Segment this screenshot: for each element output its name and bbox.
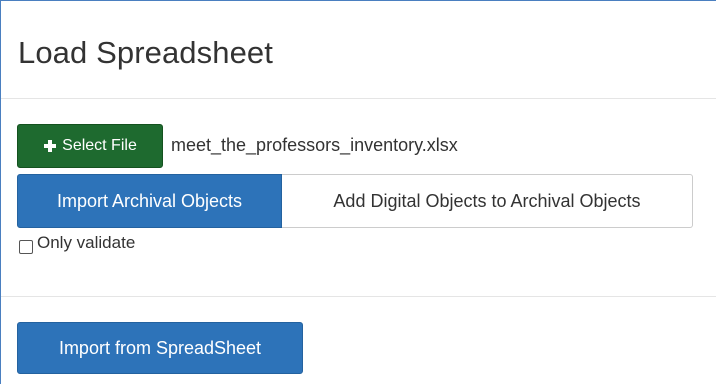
selected-filename: meet_the_professors_inventory.xlsx — [171, 135, 458, 155]
only-validate-option: Only validate — [19, 232, 135, 254]
divider — [1, 296, 716, 297]
import-from-spreadsheet-button[interactable]: Import from SpreadSheet — [17, 322, 303, 374]
select-file-label: Select File — [62, 137, 137, 154]
import-mode-tabs: Import Archival Objects Add Digital Obje… — [17, 174, 693, 228]
tab-add-digital-objects[interactable]: Add Digital Objects to Archival Objects — [282, 174, 693, 228]
panel-header: Load Spreadsheet — [1, 1, 716, 99]
page-title: Load Spreadsheet — [18, 35, 273, 70]
select-file-button[interactable]: Select File — [17, 124, 163, 168]
tab-import-archival-objects[interactable]: Import Archival Objects — [17, 174, 282, 228]
plus-icon — [44, 140, 57, 152]
only-validate-checkbox[interactable] — [19, 240, 33, 254]
load-spreadsheet-panel: Load Spreadsheet Select File meet_the_pr… — [0, 0, 716, 384]
only-validate-label[interactable]: Only validate — [37, 232, 135, 254]
